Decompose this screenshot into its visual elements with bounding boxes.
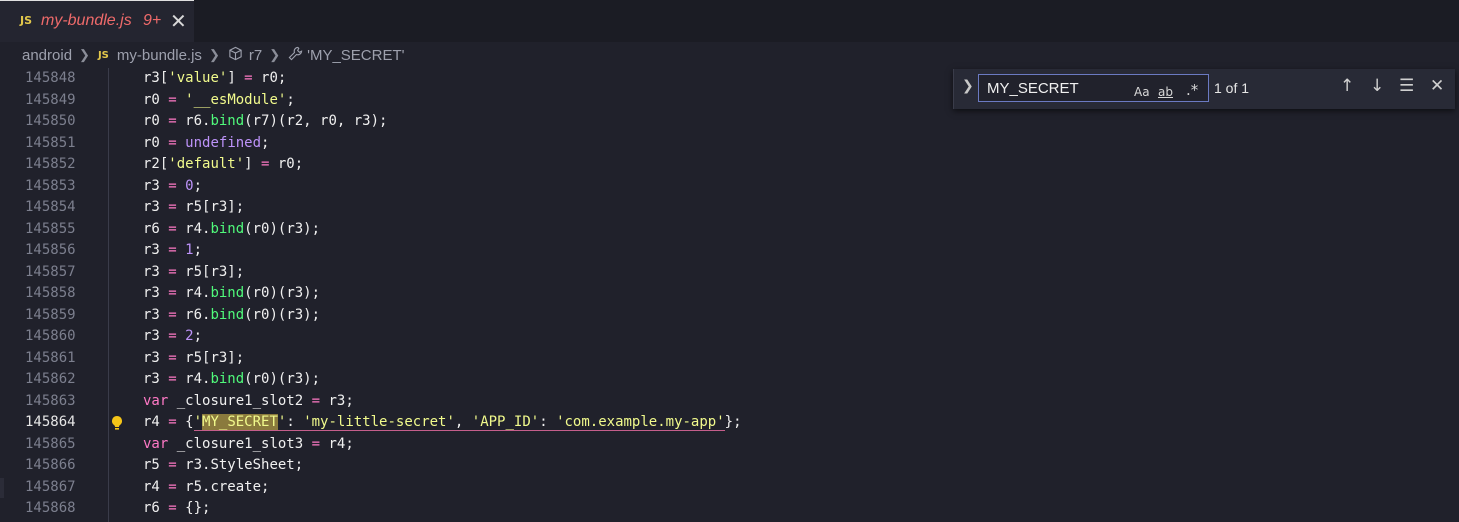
previous-match-arrow-up-icon[interactable]: ↑	[1340, 76, 1354, 96]
line-number: 145858	[25, 285, 76, 301]
code-text: r3 = 1;	[143, 242, 203, 258]
line-number: 145861	[25, 349, 76, 366]
find-widget: ❯ MY_SECRET Aa ab .* 1 of 1 ↑ ↓ ☰ ✕	[953, 69, 1455, 109]
line-number: 145863	[25, 392, 76, 409]
line-number: 145852	[25, 156, 76, 172]
code-line[interactable]: 145850 r0 = r6.bind(r7)(r2, r0, r3);	[0, 111, 1459, 133]
code-line[interactable]: 145866 r5 = r3.StyleSheet;	[0, 455, 1459, 477]
line-number: 145850	[25, 113, 76, 129]
line-number: 145857	[25, 263, 76, 280]
scrollbar-marker	[0, 478, 4, 498]
code-text: r3 = 0;	[143, 177, 203, 194]
breadcrumb-file[interactable]: my-bundle.js	[117, 47, 202, 64]
match-count: 1 of 1	[1214, 80, 1250, 96]
match-case-button[interactable]: Aa	[1134, 85, 1150, 99]
line-number: 145866	[25, 457, 76, 473]
code-text: r6 = {};	[143, 500, 211, 516]
tab-my-bundle[interactable]: JS my-bundle.js 9+ ✕	[0, 0, 194, 42]
code-text: r3 = r5[r3];	[143, 199, 245, 215]
code-line[interactable]: 145860 r3 = 2;	[0, 326, 1459, 348]
breadcrumb: android ❯ JS my-bundle.js ❯ r7 ❯ 'MY_SEC…	[0, 42, 1459, 68]
line-number: 145851	[25, 134, 76, 151]
line-number: 145868	[25, 500, 76, 516]
chevron-right-icon: ❯	[79, 47, 90, 62]
code-text: r2['default'] = r0;	[143, 156, 304, 172]
javascript-file-icon: JS	[97, 49, 109, 61]
breadcrumb-symbol[interactable]: r7	[249, 47, 262, 64]
code-line[interactable]: 145868 r6 = {};	[0, 498, 1459, 520]
code-text: r3 = 2;	[143, 328, 203, 344]
line-number: 145853	[25, 177, 76, 194]
next-match-arrow-down-icon[interactable]: ↓	[1370, 76, 1384, 96]
chevron-right-icon: ❯	[208, 47, 220, 62]
close-icon[interactable]: ✕	[170, 9, 187, 33]
code-line[interactable]: 145855 r6 = r4.bind(r0)(r3);	[0, 219, 1459, 241]
wrench-property-icon	[288, 46, 303, 64]
code-editor[interactable]: 145848 r3['value'] = r0; 145849 r0 = '__esM…	[0, 68, 1459, 522]
code-line[interactable]: 145862 r3 = r4.bind(r0)(r3);	[0, 369, 1459, 391]
code-line[interactable]: 145853 r3 = 0;	[0, 176, 1459, 198]
lightbulb-icon[interactable]	[110, 415, 124, 431]
line-number: 145849	[25, 91, 76, 108]
line-number: 145854	[25, 199, 76, 215]
line-number: 145859	[25, 306, 76, 323]
line-number: 145855	[25, 220, 76, 237]
cube-symbol-icon	[228, 46, 243, 65]
code-text: r3 = r4.bind(r0)(r3);	[143, 371, 321, 387]
code-text: r6 = r4.bind(r0)(r3);	[143, 220, 321, 237]
code-text: var _closure1_slot3 = r4;	[143, 435, 354, 452]
code-line[interactable]: 145863 var _closure1_slot2 = r3;	[0, 391, 1459, 413]
line-number: 145862	[25, 371, 76, 387]
code-line[interactable]: 145865 var _closure1_slot3 = r4;	[0, 434, 1459, 456]
code-text: r3 = r6.bind(r0)(r3);	[143, 306, 321, 323]
code-text: r0 = undefined;	[143, 134, 270, 151]
line-number: 145865	[25, 435, 76, 452]
code-text: r3['value'] = r0;	[143, 70, 287, 86]
code-text: r3 = r4.bind(r0)(r3);	[143, 285, 321, 301]
code-text: r4 = r5.create;	[143, 478, 270, 495]
code-text: r0 = '__esModule';	[143, 91, 295, 108]
code-line[interactable]: 145856 r3 = 1;	[0, 240, 1459, 262]
code-text: r0 = r6.bind(r7)(r2, r0, r3);	[143, 113, 388, 129]
tab-label: my-bundle.js	[41, 12, 132, 29]
breadcrumb-folder[interactable]: android	[22, 47, 72, 64]
code-text: r4 = {'MY_SECRET': 'my-little-secret', '…	[143, 414, 742, 431]
code-text: r5 = r3.StyleSheet;	[143, 457, 304, 473]
code-line[interactable]: 145851 r0 = undefined;	[0, 133, 1459, 155]
breadcrumb-property[interactable]: 'MY_SECRET'	[307, 47, 404, 64]
code-line[interactable]: 145854 r3 = r5[r3];	[0, 197, 1459, 219]
toggle-replace-chevron-icon[interactable]: ❯	[962, 78, 974, 94]
find-input-value: MY_SECRET	[987, 80, 1079, 97]
code-text: r3 = r5[r3];	[143, 349, 245, 366]
close-find-icon[interactable]: ✕	[1430, 76, 1444, 96]
find-in-selection-icon[interactable]: ☰	[1399, 76, 1414, 96]
code-text: var _closure1_slot2 = r3;	[143, 392, 354, 409]
line-number: 145864	[25, 414, 76, 430]
problems-badge: 9+	[143, 12, 162, 29]
chevron-right-icon: ❯	[269, 47, 281, 62]
code-line[interactable]: 145857 r3 = r5[r3];	[0, 262, 1459, 284]
find-input[interactable]: MY_SECRET Aa ab .*	[978, 74, 1209, 102]
javascript-file-icon: JS	[20, 14, 33, 27]
code-line[interactable]: 145867 r4 = r5.create;	[0, 477, 1459, 499]
use-regex-button[interactable]: .*	[1186, 81, 1198, 99]
code-line[interactable]: 145852 r2['default'] = r0;	[0, 154, 1459, 176]
code-line[interactable]: 145859 r3 = r6.bind(r0)(r3);	[0, 305, 1459, 327]
code-line[interactable]: 145864 r4 = {'MY_SECRET': 'my-little-secr…	[0, 412, 1459, 434]
line-number: 145867	[25, 478, 76, 495]
code-text: r3 = r5[r3];	[143, 263, 245, 280]
line-number: 145848	[25, 70, 76, 86]
line-number: 145860	[25, 328, 76, 344]
tab-bar: JS my-bundle.js 9+ ✕	[0, 0, 1459, 42]
code-line[interactable]: 145861 r3 = r5[r3];	[0, 348, 1459, 370]
match-whole-word-button[interactable]: ab	[1158, 85, 1173, 99]
line-number: 145856	[25, 242, 76, 258]
code-line[interactable]: 145858 r3 = r4.bind(r0)(r3);	[0, 283, 1459, 305]
